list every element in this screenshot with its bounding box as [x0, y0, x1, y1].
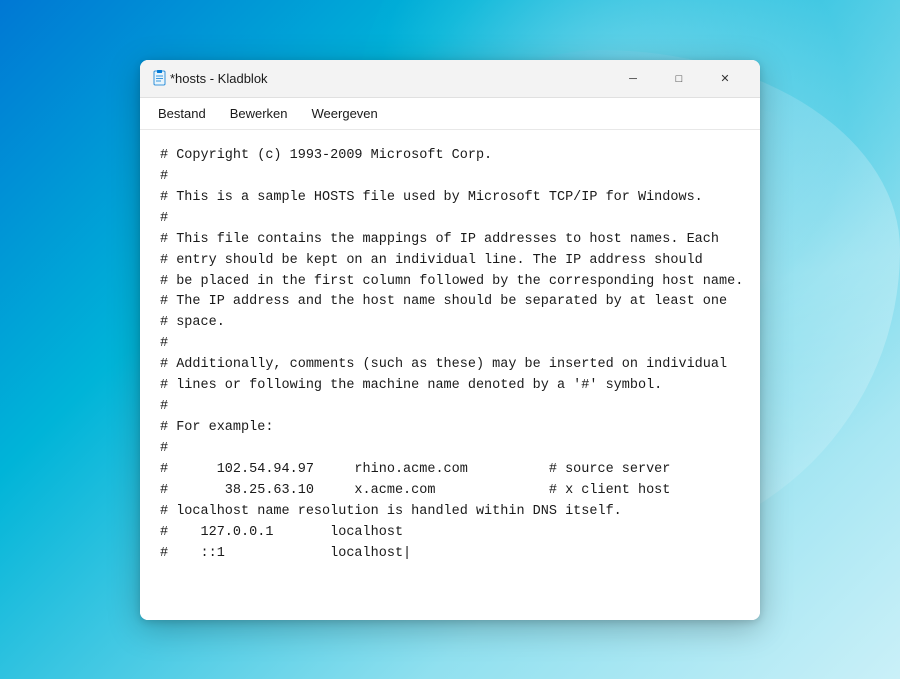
text-editor[interactable]: # Copyright (c) 1993-2009 Microsoft Corp… [140, 130, 760, 620]
editor-line: # ::1 localhost [160, 544, 740, 565]
editor-line: # entry should be kept on an individual … [160, 251, 740, 272]
editor-line: # Copyright (c) 1993-2009 Microsoft Corp… [160, 146, 740, 167]
editor-line: # Additionally, comments (such as these)… [160, 355, 740, 376]
app-icon [152, 70, 170, 88]
editor-line: # [160, 167, 740, 188]
menu-bar: Bestand Bewerken Weergeven [140, 98, 760, 130]
editor-line: # [160, 439, 740, 460]
menu-weergeven[interactable]: Weergeven [302, 102, 388, 125]
title-bar: *hosts - Kladblok ─ □ ✕ [140, 60, 760, 98]
menu-bestand[interactable]: Bestand [148, 102, 216, 125]
editor-line: # 102.54.94.97 rhino.acme.com # source s… [160, 460, 740, 481]
editor-line: # For example: [160, 418, 740, 439]
editor-line: # This is a sample HOSTS file used by Mi… [160, 188, 740, 209]
editor-line: # lines or following the machine name de… [160, 376, 740, 397]
editor-line: # [160, 209, 740, 230]
editor-line: # The IP address and the host name shoul… [160, 292, 740, 313]
editor-line: # localhost name resolution is handled w… [160, 502, 740, 523]
menu-bewerken[interactable]: Bewerken [220, 102, 298, 125]
editor-line: # 127.0.0.1 localhost [160, 523, 740, 544]
editor-line: # [160, 334, 740, 355]
editor-line: # [160, 397, 740, 418]
editor-line: # This file contains the mappings of IP … [160, 230, 740, 251]
window-controls: ─ □ ✕ [610, 60, 748, 98]
notepad-window: *hosts - Kladblok ─ □ ✕ Bestand Bewerken… [140, 60, 760, 620]
editor-line: # be placed in the first column followed… [160, 272, 740, 293]
editor-line: # 38.25.63.10 x.acme.com # x client host [160, 481, 740, 502]
minimize-button[interactable]: ─ [610, 60, 656, 98]
maximize-button[interactable]: □ [656, 60, 702, 98]
window-title: *hosts - Kladblok [170, 71, 610, 86]
close-button[interactable]: ✕ [702, 60, 748, 98]
editor-line: # space. [160, 313, 740, 334]
